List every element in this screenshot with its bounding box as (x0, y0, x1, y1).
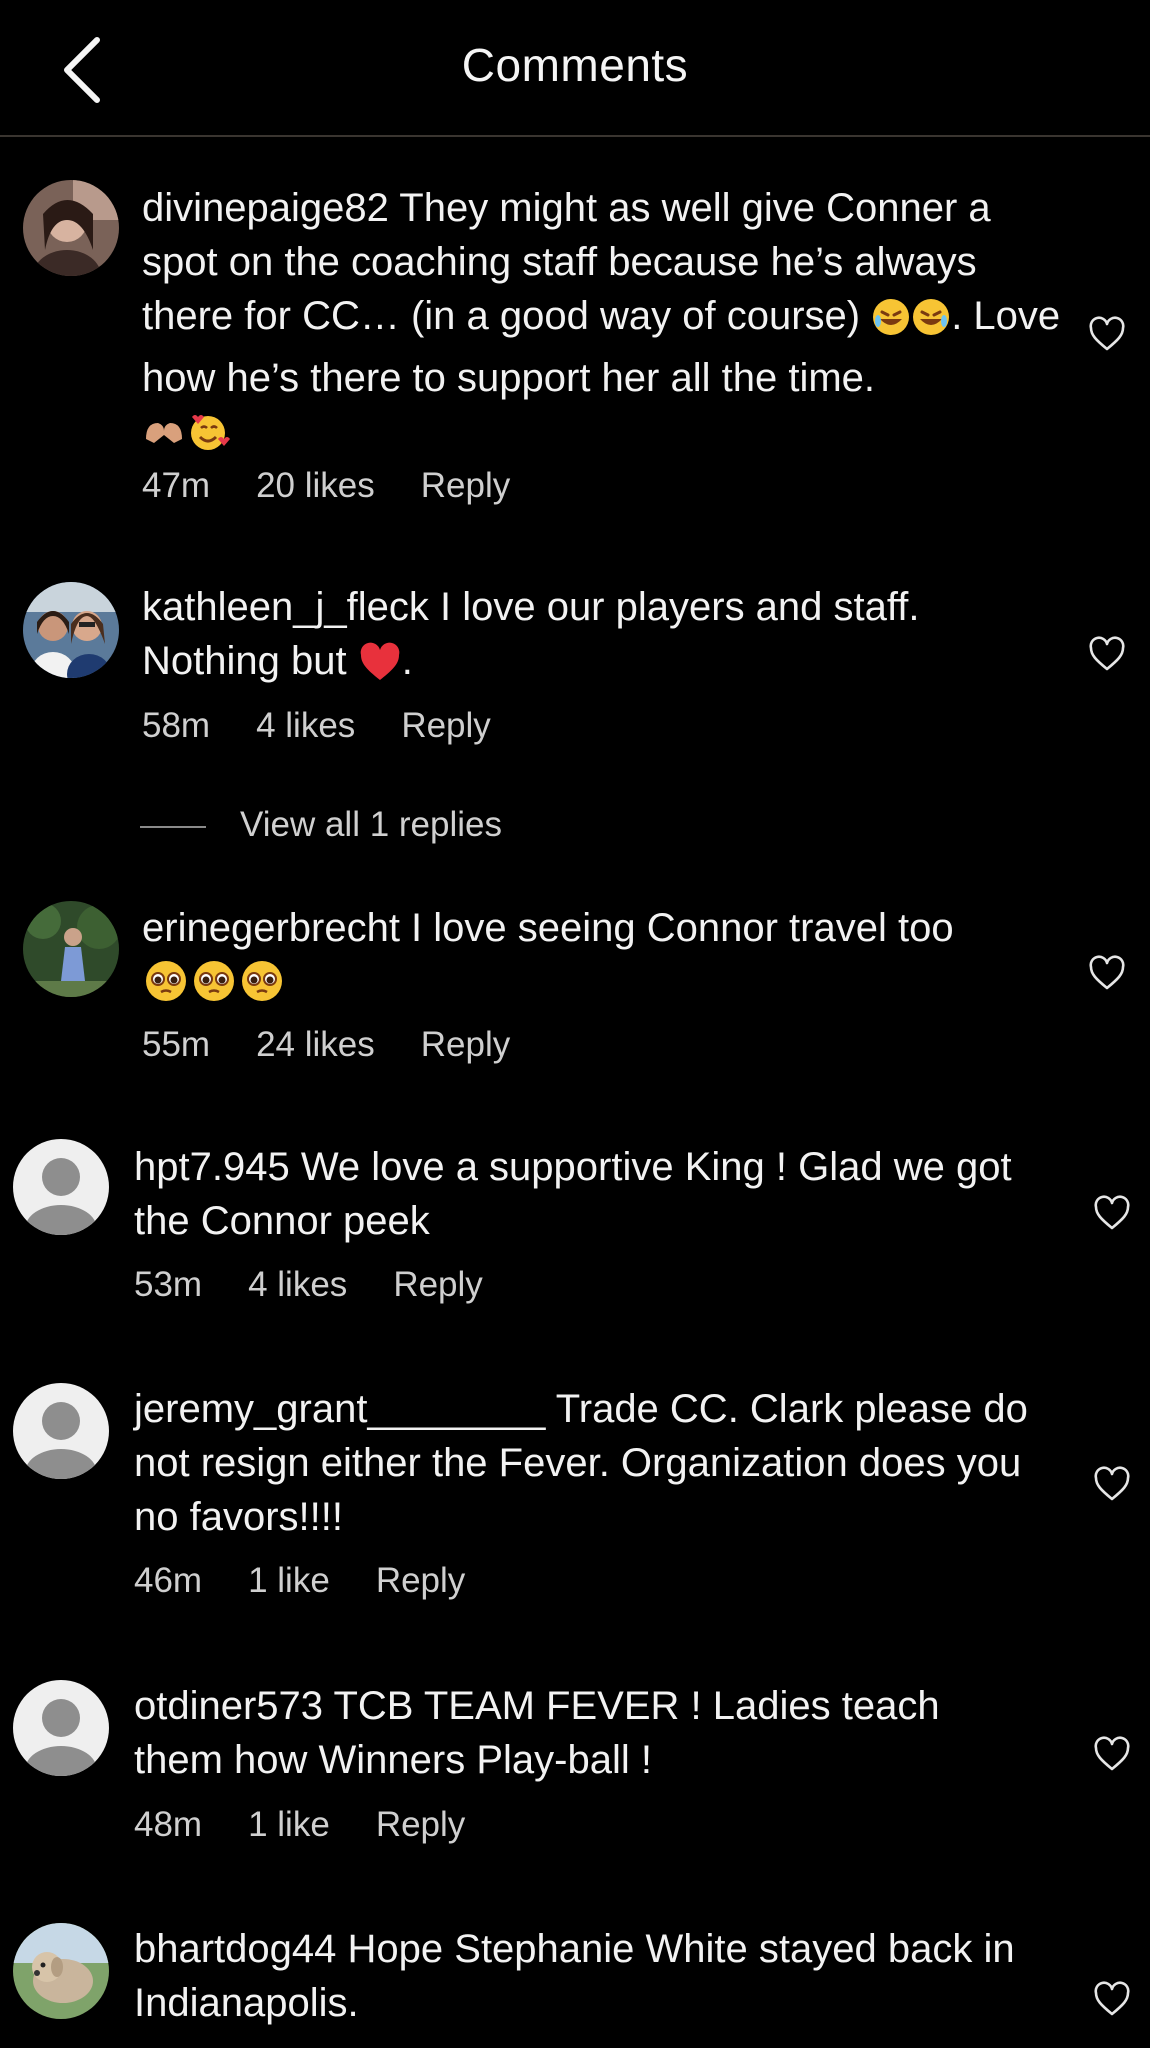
comment-text: kathleen_j_fleck I love our players and … (142, 580, 1062, 696)
profile-photo-icon (23, 582, 119, 678)
username[interactable]: otdiner573 (134, 1684, 323, 1728)
like-button[interactable] (1088, 636, 1126, 672)
like-button[interactable] (1088, 955, 1126, 991)
comment-meta: 55m 24 likes Reply (142, 1025, 556, 1065)
heart-hands-emoji-icon (142, 413, 186, 467)
like-count[interactable]: 24 likes (256, 1025, 375, 1064)
reply-button[interactable]: Reply (376, 1805, 465, 1844)
like-button[interactable] (1093, 1736, 1131, 1772)
comment-text: hpt7.945 We love a supportive King ! Gla… (134, 1145, 1012, 1243)
like-button[interactable] (1093, 1195, 1131, 1231)
avatar[interactable] (23, 901, 119, 997)
like-button[interactable] (1093, 1981, 1131, 2017)
page-title: Comments (461, 39, 689, 91)
like-count[interactable]: 1 like (248, 1561, 330, 1600)
heart-outline-icon (1089, 316, 1125, 351)
heart-outline-icon (1094, 1195, 1130, 1230)
username[interactable]: divinepaige82 (142, 186, 389, 230)
like-button[interactable] (1088, 316, 1126, 352)
heart-outline-icon (1089, 955, 1125, 990)
like-count[interactable]: 4 likes (248, 1265, 347, 1304)
default-avatar-icon (13, 1680, 109, 1776)
reply-button[interactable]: Reply (421, 1025, 510, 1064)
comment-time: 53m (134, 1265, 203, 1304)
default-avatar-icon (13, 1383, 109, 1479)
username[interactable]: hpt7.945 (134, 1145, 290, 1189)
avatar[interactable] (23, 180, 119, 276)
profile-photo-icon (23, 901, 119, 997)
header-bar: Comments (0, 0, 1150, 137)
username[interactable]: bhartdog44 (134, 1927, 336, 1971)
heart-outline-icon (1094, 1736, 1130, 1771)
comment-time: 55m (142, 1025, 211, 1064)
comment-time: 48m (134, 1805, 203, 1844)
comment-meta: 48m 1 like Reply (134, 1805, 511, 1845)
comment-text: erinegerbrecht I love seeing Connor trav… (142, 901, 1062, 1017)
comment-meta: 46m 1 like Reply (134, 1561, 511, 1601)
comment-text: bhartdog44 Hope Stephanie White stayed b… (134, 1927, 1015, 2025)
reply-button[interactable]: Reply (401, 706, 490, 745)
view-replies-link[interactable]: View all 1 replies (140, 805, 502, 845)
heart-outline-icon (1094, 1466, 1130, 1501)
pleading-face-emoji-icon (238, 959, 286, 1017)
reply-button[interactable]: Reply (376, 1561, 465, 1600)
reply-button[interactable]: Reply (421, 466, 510, 505)
comment-meta: 53m 4 likes Reply (134, 1265, 529, 1305)
comment-time: 58m (142, 706, 211, 745)
reply-button[interactable]: Reply (393, 1265, 482, 1304)
username[interactable]: jeremy_grant________ (134, 1387, 545, 1431)
avatar[interactable] (13, 1383, 109, 1479)
like-count[interactable]: 1 like (248, 1805, 330, 1844)
comment-meta: 47m 20 likes Reply (142, 466, 556, 506)
smiling-face-with-hearts-icon (186, 409, 230, 467)
comment-text: otdiner573 TCB TEAM FEVER ! Ladies teach… (134, 1684, 940, 1782)
comment-time: 47m (142, 466, 211, 505)
comment-text: divinepaige82 They might as well give Co… (142, 181, 1062, 467)
heart-outline-icon (1094, 1981, 1130, 2016)
rofl-emoji-icon (911, 297, 951, 351)
avatar[interactable] (23, 582, 119, 678)
pleading-face-emoji-icon (142, 959, 190, 1017)
pleading-face-emoji-icon (190, 959, 238, 1017)
username[interactable]: kathleen_j_fleck (142, 585, 429, 629)
username[interactable]: erinegerbrecht (142, 906, 400, 950)
heart-outline-icon (1089, 636, 1125, 671)
red-heart-emoji-icon (358, 642, 402, 696)
like-button[interactable] (1093, 1466, 1131, 1502)
divider (140, 825, 206, 828)
profile-photo-icon (23, 180, 119, 276)
like-count[interactable]: 20 likes (256, 466, 375, 505)
like-count[interactable]: 4 likes (256, 706, 355, 745)
avatar[interactable] (13, 1680, 109, 1776)
avatar[interactable] (13, 1923, 109, 2019)
default-avatar-icon (13, 1139, 109, 1235)
rofl-emoji-icon (871, 297, 911, 351)
comment-meta: 58m 4 likes Reply (142, 706, 537, 746)
comment-time: 46m (134, 1561, 203, 1600)
comment-text: jeremy_grant________ Trade CC. Clark ple… (134, 1387, 1028, 1539)
dog-photo-icon (13, 1923, 109, 2019)
avatar[interactable] (13, 1139, 109, 1235)
